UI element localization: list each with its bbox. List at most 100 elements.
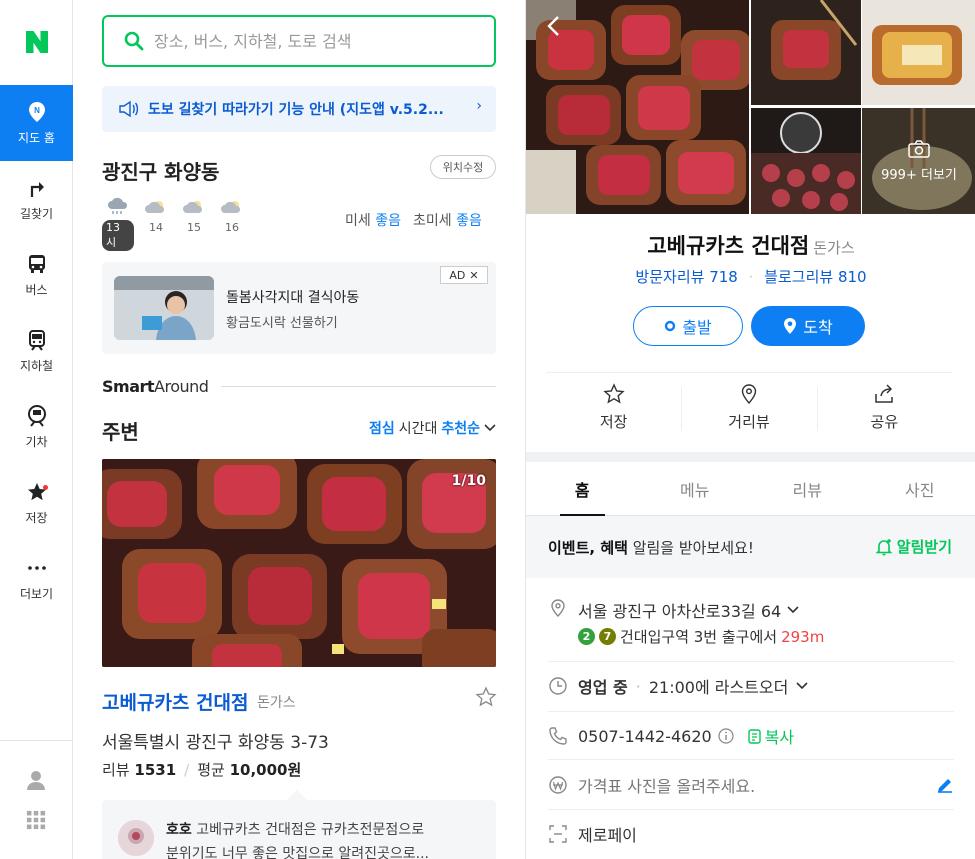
sort-mid: 시간대	[398, 421, 438, 437]
clock-icon	[549, 677, 567, 695]
tab-photos[interactable]: 사진	[864, 462, 975, 515]
event-banner: 이벤트, 혜택 알림을 받아보세요! 알림받기	[526, 516, 975, 578]
sort-dropdown[interactable]: 점심 시간대 추천순	[369, 418, 496, 438]
station-text: 건대입구역 3번 출구에서	[620, 628, 778, 646]
copy-button[interactable]: 복사	[748, 724, 794, 748]
back-arrow-icon[interactable]	[542, 14, 566, 38]
tab-reviews[interactable]: 리뷰	[751, 462, 864, 515]
hours-text: 영업 중 · 21:00에 라스트오더	[578, 674, 808, 698]
nav-item-subway[interactable]: 지하철	[0, 313, 73, 389]
edit-location-button[interactable]: 위치수정	[430, 155, 496, 179]
search-box[interactable]	[102, 15, 496, 67]
star-icon	[27, 482, 46, 500]
app-root: N 지도 홈 길찾기 버스 지하철 기차 저장 더보기 장소, 버스, 지하철,…	[0, 0, 975, 859]
smart-around-logo: SmartAround	[102, 377, 209, 396]
share-button[interactable]: 공유	[816, 373, 952, 442]
origin-dot-icon	[665, 320, 676, 332]
ad-subtitle: 황금도시락 선물하기	[226, 316, 338, 331]
address-toggle[interactable]: 서울 광진구 아차산로33길 64	[578, 598, 799, 622]
search-icon	[124, 31, 144, 51]
fine-dust-value: 좋음	[375, 213, 401, 229]
weather-forecast[interactable]: 13시 14 15 16	[102, 197, 248, 251]
street-view-button[interactable]: 거리뷰	[681, 373, 816, 442]
review-snippet[interactable]: 호호 고베규카츠 건대점은 규카츠전문점으로 분위기도 너무 좋은 맛집으로 알…	[102, 800, 496, 859]
subway-icon	[28, 329, 45, 351]
apps-button[interactable]	[25, 809, 47, 831]
place-meta: 리뷰 1531 / 평균 10,000원	[102, 759, 301, 780]
weather-time: 14	[149, 221, 163, 234]
nav-item-train[interactable]: 기차	[0, 389, 73, 465]
hours-row[interactable]: 영업 중 · 21:00에 라스트오더	[548, 662, 954, 712]
more-photos-button[interactable]: 999+ 더보기	[862, 108, 975, 214]
alarm-label: 알림받기	[896, 538, 952, 556]
tab-home[interactable]: 홈	[526, 462, 639, 516]
sort-order: 추천순	[441, 421, 480, 437]
naver-logo[interactable]	[0, 0, 73, 84]
air-quality[interactable]: 미세 좋음 초미세 좋음	[345, 210, 482, 230]
phone-row: 0507-1442-4620 복사	[548, 712, 954, 760]
subscribe-alerts-button[interactable]: 알림받기	[875, 536, 952, 557]
gallery-thumbnail[interactable]	[751, 108, 861, 214]
payment-text: 제로페이	[578, 826, 637, 845]
ad-title: 돌봄사각지대 결식아동	[226, 290, 360, 306]
speaker-icon	[119, 100, 139, 118]
street-view-icon	[741, 384, 757, 405]
phone-number[interactable]: 0507-1442-4620	[578, 727, 712, 746]
nav-item-saved[interactable]: 저장	[0, 465, 73, 541]
nav-item-label: 저장	[25, 510, 48, 525]
nav-item-map-home[interactable]: N 지도 홈	[0, 85, 73, 161]
close-icon[interactable]: ✕	[469, 269, 478, 282]
price-row[interactable]: 가격표 사진을 올려주세요.	[548, 760, 954, 810]
share-icon	[875, 384, 894, 403]
cloud-icon	[183, 201, 203, 213]
gallery-thumbnail[interactable]	[862, 0, 975, 105]
subway-directions: 2 7 건대입구역 3번 출구에서 293m	[578, 626, 824, 647]
food-photo	[102, 459, 496, 667]
review-count-value: 1531	[134, 761, 177, 779]
notice-text: 도보 길찾기 따라가기 기능 안내 (지도앱 v.5.2...	[148, 102, 444, 118]
weather-time: 13시	[102, 220, 134, 251]
food-photo	[751, 108, 861, 214]
rain-cloud-icon	[108, 197, 128, 214]
review-author: 호호	[166, 822, 192, 838]
copy-icon	[748, 729, 761, 744]
place-name-link[interactable]: 고베규카츠 건대점	[102, 688, 248, 715]
ad-banner[interactable]: 돌봄사각지대 결식아동 황금도시락 선물하기 AD ✕	[102, 262, 496, 354]
tab-menu[interactable]: 메뉴	[639, 462, 752, 515]
chevron-down-icon	[787, 606, 799, 614]
weather-time: 16	[225, 221, 239, 234]
visitor-reviews-link[interactable]: 방문자리뷰 718	[635, 268, 737, 286]
avatar-image	[118, 820, 154, 856]
edit-pencil-icon[interactable]	[936, 776, 954, 794]
hours-detail: 21:00에 라스트오더	[648, 678, 789, 697]
weather-hour: 13시	[102, 197, 134, 251]
copy-label: 복사	[764, 728, 795, 747]
review-line-2: 분위기도 너무 좋은 맛집으로 알려진곳으로...	[166, 846, 429, 859]
location-pin-icon	[551, 599, 565, 617]
rail-bottom	[0, 740, 73, 859]
depart-button[interactable]: 출발	[633, 306, 743, 346]
avg-price: 평균 10,000원	[197, 759, 301, 780]
arrive-button[interactable]: 도착	[751, 306, 865, 346]
info-icon[interactable]	[718, 728, 734, 744]
profile-button[interactable]	[25, 769, 47, 791]
gallery-thumbnail[interactable]	[751, 0, 861, 105]
notice-banner[interactable]: 도보 길찾기 따라가기 기능 안내 (지도앱 v.5.2... ›	[102, 86, 496, 132]
place-photo[interactable]: 1/10	[102, 459, 496, 667]
phone-text: 0507-1442-4620 복사	[578, 724, 794, 748]
nav-item-more[interactable]: 더보기	[0, 541, 73, 617]
event-text: 이벤트, 혜택 알림을 받아보세요!	[548, 537, 754, 558]
blog-reviews-link[interactable]: 블로그리뷰 810	[764, 268, 866, 286]
train-icon	[27, 404, 46, 427]
save-label: 저장	[599, 413, 628, 431]
ultrafine-dust: 초미세 좋음	[413, 210, 482, 230]
photo-gallery[interactable]: 999+ 더보기	[526, 0, 975, 214]
nav-item-bus[interactable]: 버스	[0, 237, 73, 313]
save-button[interactable]: 저장	[546, 373, 681, 442]
ad-badge[interactable]: AD ✕	[440, 266, 488, 284]
nav-item-label: 길찾기	[19, 206, 54, 221]
nav-item-directions[interactable]: 길찾기	[0, 161, 73, 237]
star-outline-icon[interactable]	[475, 686, 497, 708]
search-input[interactable]	[154, 31, 474, 51]
line-2-badge: 2	[578, 628, 595, 645]
